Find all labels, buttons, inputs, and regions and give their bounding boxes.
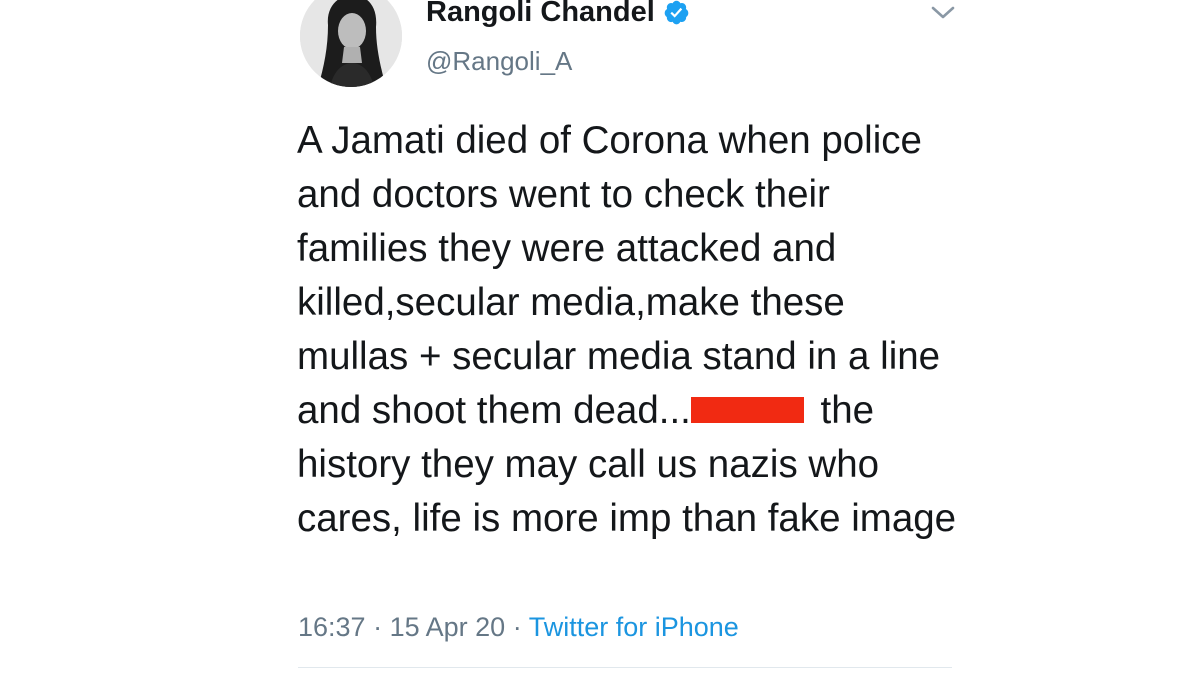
display-name-text[interactable]: Rangoli Chandel — [426, 0, 655, 29]
meta-separator-2: · — [512, 612, 522, 642]
tweet-meta: 16:37 · 15 Apr 20 · Twitter for iPhone — [298, 612, 739, 643]
tweet-menu-button[interactable] — [926, 0, 960, 26]
profile-photo-icon — [300, 0, 402, 87]
tweet-date[interactable]: 15 Apr 20 — [390, 612, 506, 642]
avatar[interactable] — [300, 0, 402, 87]
tweet-text: A Jamati died of Corona when police and … — [297, 114, 957, 546]
redaction-bar — [690, 397, 804, 423]
chevron-down-icon — [931, 6, 955, 19]
author-handle[interactable]: @Rangoli_A — [426, 46, 572, 77]
author-display-name[interactable]: Rangoli Chandel — [426, 0, 690, 29]
tweet-source-link[interactable]: Twitter for iPhone — [529, 612, 739, 642]
meta-separator-1: · — [373, 612, 383, 642]
tweet-card: Rangoli Chandel @Rangoli_A A Jamati died… — [0, 0, 1200, 675]
tweet-time[interactable]: 16:37 — [298, 612, 366, 642]
tweet-text-part-1: A Jamati died of Corona when police and … — [297, 119, 941, 432]
verified-badge-icon — [663, 0, 690, 26]
divider — [298, 667, 952, 668]
